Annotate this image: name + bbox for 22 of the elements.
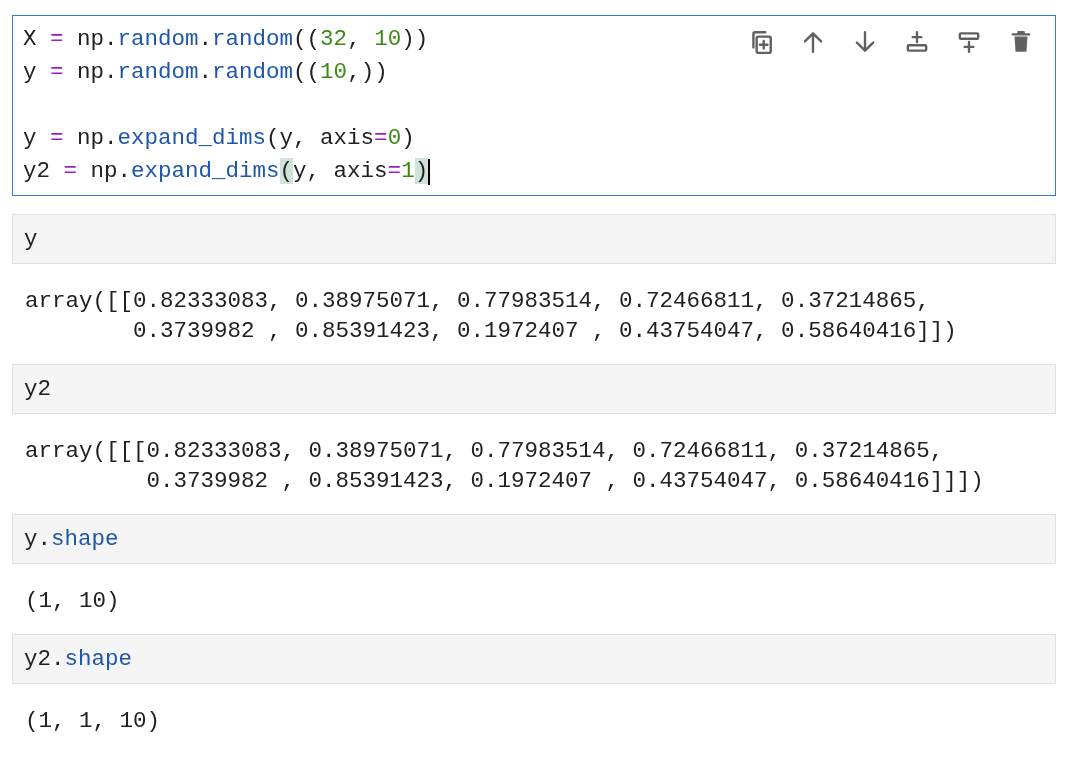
input-cell[interactable]: y2.shape [12,634,1056,684]
insert-below-icon [904,29,930,55]
code-line: y2.shape [24,644,133,674]
input-cell[interactable]: y2 [12,364,1056,414]
code-line: X = np.random.random((32, 10)) [23,25,429,54]
output-text: (1, 1, 10) [25,707,161,736]
code-line: y = np.random.random((10,)) [23,58,388,87]
output-text: array([[0.82333083, 0.38975071, 0.77983514, 0.72466811, 0.37214865, [25,287,930,316]
output-text: 0.3739982 , 0.85391423, 0.1972407 , 0.43754047, 0.58640416]]]) [145,467,984,496]
output-text: 0.3739982 , 0.85391423, 0.1972407 , 0.43754047, 0.58640416]]) [132,317,957,346]
code-line: y.shape [24,524,119,554]
text-cursor [428,158,431,185]
code-line: y [24,224,38,254]
input-cell[interactable]: y.shape [12,514,1056,564]
insert-above-icon [956,29,982,55]
code-line: y2 = np.expand_dims(y, axis=1) [23,157,429,186]
output-text: array([[[0.82333083, 0.38975071, 0.77983514, 0.72466811, 0.37214865, [25,437,944,466]
code-line: y = np.expand_dims(y, axis=0) [23,124,415,153]
code-cell[interactable]: X = np.random.random((32, 10)) y = np.random.random((10,)) y = np.expand_dims(y, axis=0) y2 = np.expand_dims(y, axis=1) [12,15,1056,196]
output-text: (1, 10) [25,587,120,616]
code-line: y2 [24,374,51,404]
input-cell[interactable]: y [12,214,1056,264]
